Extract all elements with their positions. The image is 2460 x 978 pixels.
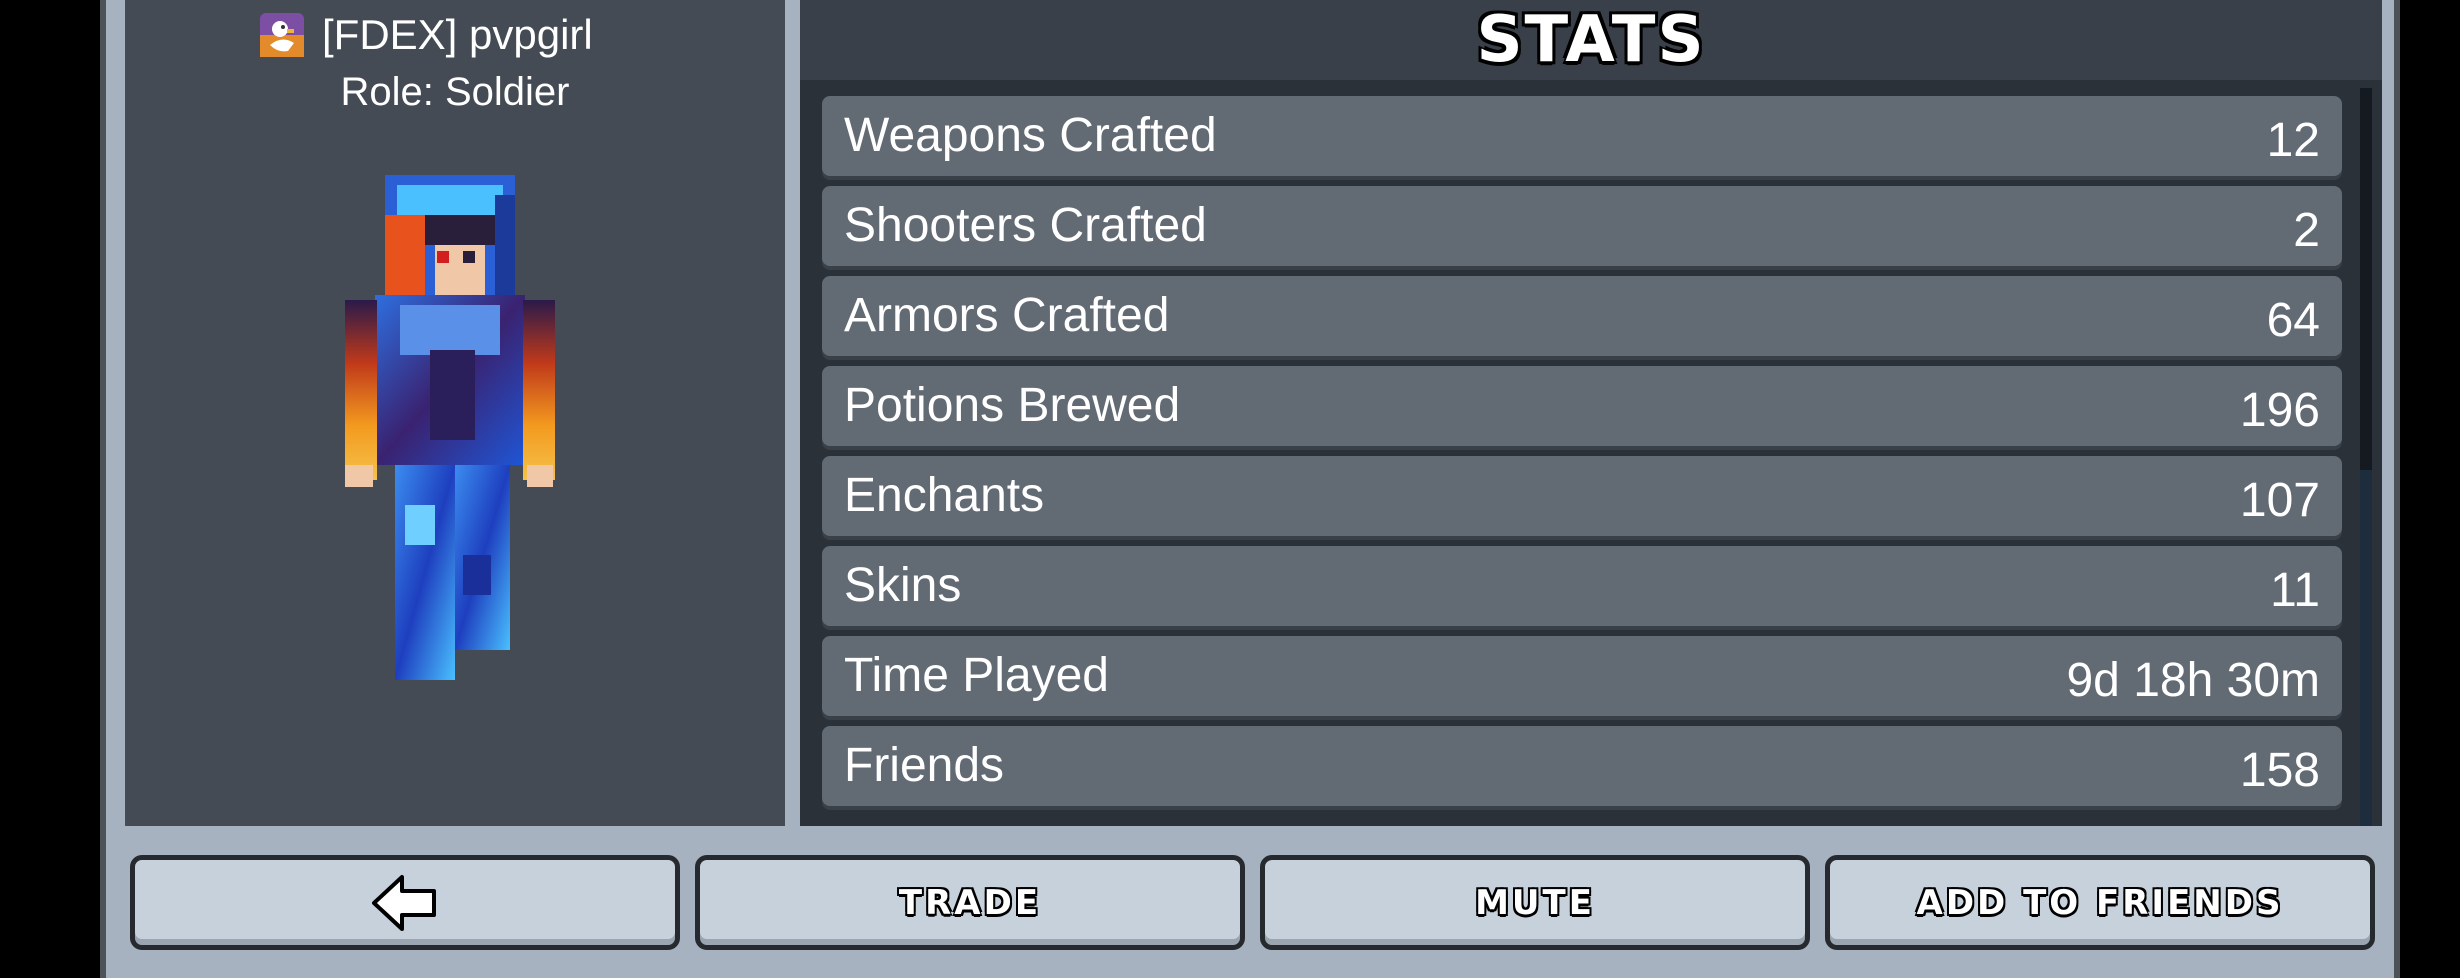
- back-button[interactable]: [130, 855, 680, 950]
- mute-button-label: MUTE: [1475, 882, 1595, 923]
- stats-header: STATS: [800, 0, 2382, 80]
- stat-value: 158: [2239, 744, 2320, 797]
- left-arrow-icon: [372, 874, 436, 931]
- stat-label: Weapons Crafted: [844, 109, 1217, 162]
- stat-row: Potions Brewed 196: [822, 366, 2342, 446]
- stat-value: 64: [2266, 294, 2320, 347]
- player-role: Role: Soldier: [340, 70, 570, 114]
- stat-label: Skins: [844, 559, 962, 612]
- stat-label: Friends: [844, 739, 1005, 792]
- stat-value: 9d 18h 30m: [2066, 654, 2320, 707]
- trade-button-label: TRADE: [898, 882, 1042, 923]
- stats-scrollbar-thumb[interactable]: [2360, 470, 2372, 826]
- stat-row: Skins 11: [822, 546, 2342, 626]
- stat-row: Time Played 9d 18h 30m: [822, 636, 2342, 716]
- stat-row: Weapons Crafted 12: [822, 96, 2342, 176]
- stat-label: Shooters Crafted: [844, 199, 1207, 252]
- mute-button[interactable]: MUTE: [1260, 855, 1810, 950]
- clan-emblem-icon: [260, 13, 304, 57]
- stats-title: STATS: [1476, 3, 1706, 77]
- stat-row: Enchants 107: [822, 456, 2342, 536]
- stat-value: 12: [2266, 114, 2320, 167]
- stat-value: 2: [2293, 204, 2320, 257]
- add-to-friends-button[interactable]: ADD TO FRIENDS: [1825, 855, 2375, 950]
- stat-label: Time Played: [844, 649, 1109, 702]
- stat-row: Armors Crafted 64: [822, 276, 2342, 356]
- player-name: [FDEX] pvpgirl: [322, 11, 593, 58]
- stat-label: Armors Crafted: [844, 289, 1170, 342]
- add-to-friends-button-label: ADD TO FRIENDS: [1916, 882, 2284, 923]
- trade-button[interactable]: TRADE: [695, 855, 1245, 950]
- stat-row: Friends 158: [822, 726, 2342, 806]
- stat-value: 11: [2270, 564, 2320, 617]
- stats-list[interactable]: Weapons Crafted 12 Shooters Crafted 2 Ar…: [822, 96, 2342, 816]
- stat-row: Shooters Crafted 2: [822, 186, 2342, 266]
- stat-label: Potions Brewed: [844, 379, 1181, 432]
- stat-value: 107: [2239, 474, 2320, 527]
- stat-label: Enchants: [844, 469, 1045, 522]
- player-skin-preview: [345, 175, 555, 680]
- stat-value: 196: [2239, 384, 2320, 437]
- player-name-row: [FDEX] pvpgirl: [258, 8, 593, 62]
